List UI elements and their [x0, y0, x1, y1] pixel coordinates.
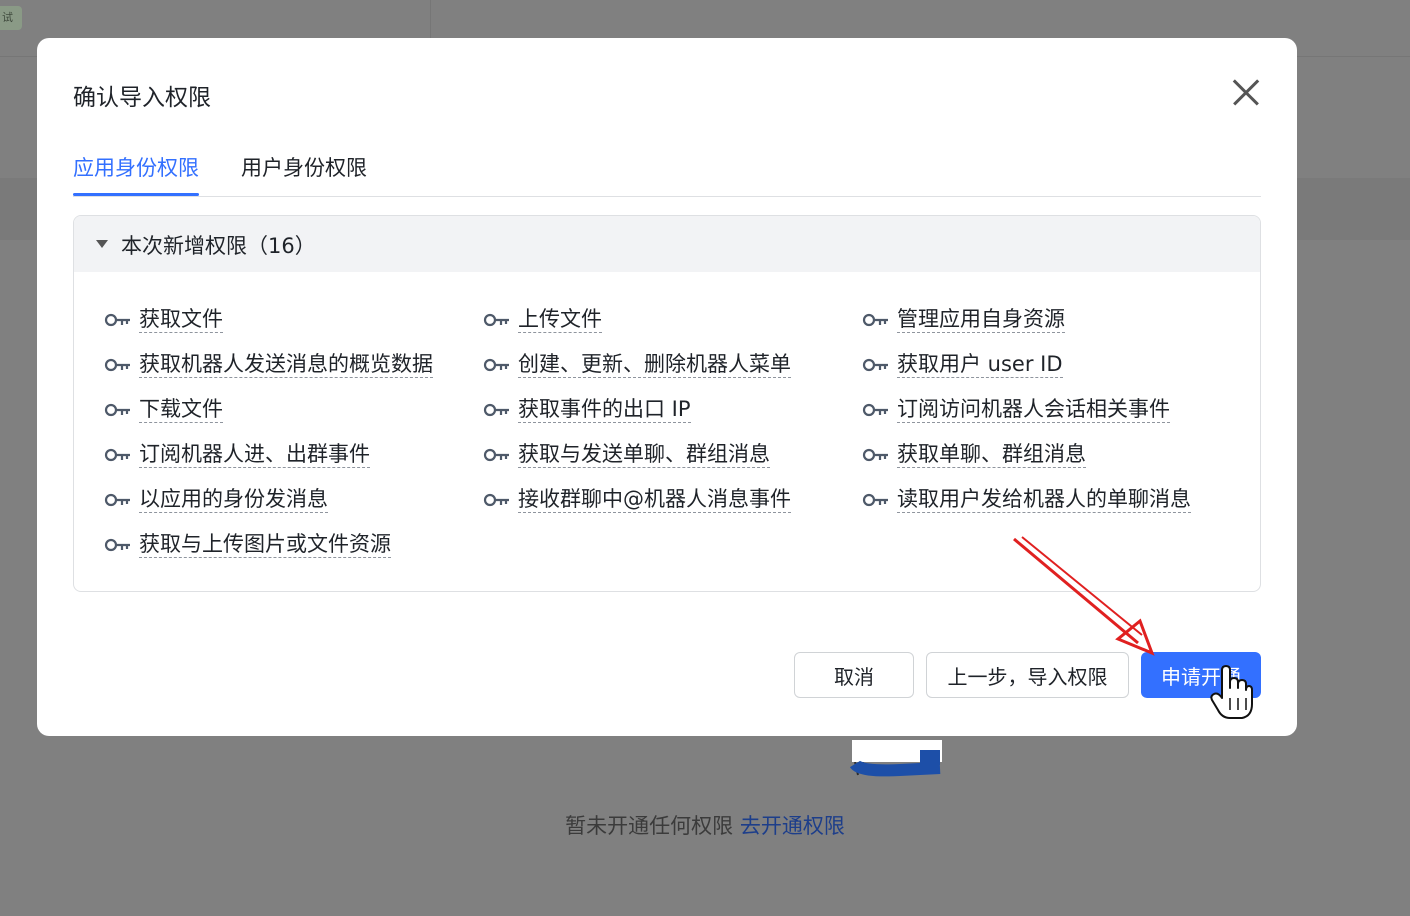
- active-tab-indicator: [73, 193, 199, 196]
- permission-item[interactable]: 获取与上传图片或文件资源: [104, 530, 391, 560]
- permission-label: 接收群聊中@机器人消息事件: [518, 487, 791, 513]
- permission-label: 获取机器人发送消息的概览数据: [139, 352, 433, 378]
- permission-item[interactable]: 下载文件: [104, 395, 223, 425]
- permission-label: 下载文件: [139, 397, 223, 423]
- permission-item[interactable]: 以应用的身份发消息: [104, 485, 328, 515]
- permission-item[interactable]: 创建、更新、删除机器人菜单: [483, 350, 791, 380]
- permission-item[interactable]: 获取机器人发送消息的概览数据: [104, 350, 433, 380]
- tab-app-identity[interactable]: 应用身份权限: [73, 152, 199, 182]
- empty-state-text: 暂未开通任何权限: [565, 814, 734, 838]
- key-icon: [104, 313, 130, 327]
- permission-item[interactable]: 接收群聊中@机器人消息事件: [483, 485, 791, 515]
- cancel-button[interactable]: 取消: [794, 652, 914, 698]
- permission-label: 获取事件的出口 IP: [518, 397, 691, 423]
- empty-state-link[interactable]: 去开通权限: [740, 814, 845, 838]
- empty-state: 暂未开通任何权限 去开通权限: [0, 810, 1410, 840]
- permission-label: 获取用户 user ID: [897, 352, 1063, 378]
- previous-step-button[interactable]: 上一步，导入权限: [926, 652, 1129, 698]
- apply-button[interactable]: 申请开通: [1141, 652, 1261, 698]
- key-icon: [862, 403, 888, 417]
- key-icon: [483, 493, 509, 507]
- permission-item[interactable]: 管理应用自身资源: [862, 305, 1065, 335]
- permission-item[interactable]: 获取文件: [104, 305, 223, 335]
- permission-item[interactable]: 获取单聊、群组消息: [862, 440, 1086, 470]
- key-icon: [483, 403, 509, 417]
- key-icon: [104, 493, 130, 507]
- key-icon: [862, 493, 888, 507]
- permission-item[interactable]: 订阅访问机器人会话相关事件: [862, 395, 1170, 425]
- permission-label: 订阅访问机器人会话相关事件: [897, 397, 1170, 423]
- collapse-header[interactable]: 本次新增权限（16）: [74, 216, 1260, 272]
- permission-label: 创建、更新、删除机器人菜单: [518, 352, 791, 378]
- key-icon: [862, 448, 888, 462]
- permission-label: 以应用的身份发消息: [139, 487, 328, 513]
- permission-item[interactable]: 获取与发送单聊、群组消息: [483, 440, 770, 470]
- permission-label: 获取与发送单聊、群组消息: [518, 442, 770, 468]
- permission-label: 读取用户发给机器人的单聊消息: [897, 487, 1191, 513]
- background-tag: 试: [0, 6, 22, 30]
- permission-label: 获取文件: [139, 307, 223, 333]
- new-permissions-panel: 本次新增权限（16） 获取文件 上传文件 管理应用自身资源获取机器人发送消息的概览数…: [73, 215, 1261, 592]
- tab-user-identity[interactable]: 用户身份权限: [241, 152, 367, 182]
- background-divider: [430, 0, 431, 38]
- permission-item[interactable]: 获取用户 user ID: [862, 350, 1063, 380]
- permission-item[interactable]: 获取事件的出口 IP: [483, 395, 691, 425]
- key-icon: [104, 538, 130, 552]
- close-icon[interactable]: [1232, 78, 1260, 106]
- caret-down-icon: [96, 240, 108, 248]
- dialog-title: 确认导入权限: [73, 85, 211, 111]
- permission-item[interactable]: 订阅机器人进、出群事件: [104, 440, 370, 470]
- key-icon: [483, 313, 509, 327]
- key-icon: [862, 313, 888, 327]
- key-icon: [104, 448, 130, 462]
- permission-label: 获取单聊、群组消息: [897, 442, 1086, 468]
- key-icon: [483, 358, 509, 372]
- permission-item[interactable]: 上传文件: [483, 305, 602, 335]
- key-icon: [483, 448, 509, 462]
- permission-label: 获取与上传图片或文件资源: [139, 532, 391, 558]
- key-icon: [862, 358, 888, 372]
- section-title: 本次新增权限（16）: [121, 234, 316, 258]
- key-icon: [104, 403, 130, 417]
- permission-tabs: 应用身份权限 用户身份权限: [73, 146, 1261, 197]
- permission-label: 管理应用自身资源: [897, 307, 1065, 333]
- permission-label: 订阅机器人进、出群事件: [139, 442, 370, 468]
- confirm-import-dialog: 确认导入权限 应用身份权限 用户身份权限 本次新增权限（16） 获取文件 上传文件…: [37, 38, 1297, 736]
- permission-item[interactable]: 读取用户发给机器人的单聊消息: [862, 485, 1191, 515]
- permission-label: 上传文件: [518, 307, 602, 333]
- key-icon: [104, 358, 130, 372]
